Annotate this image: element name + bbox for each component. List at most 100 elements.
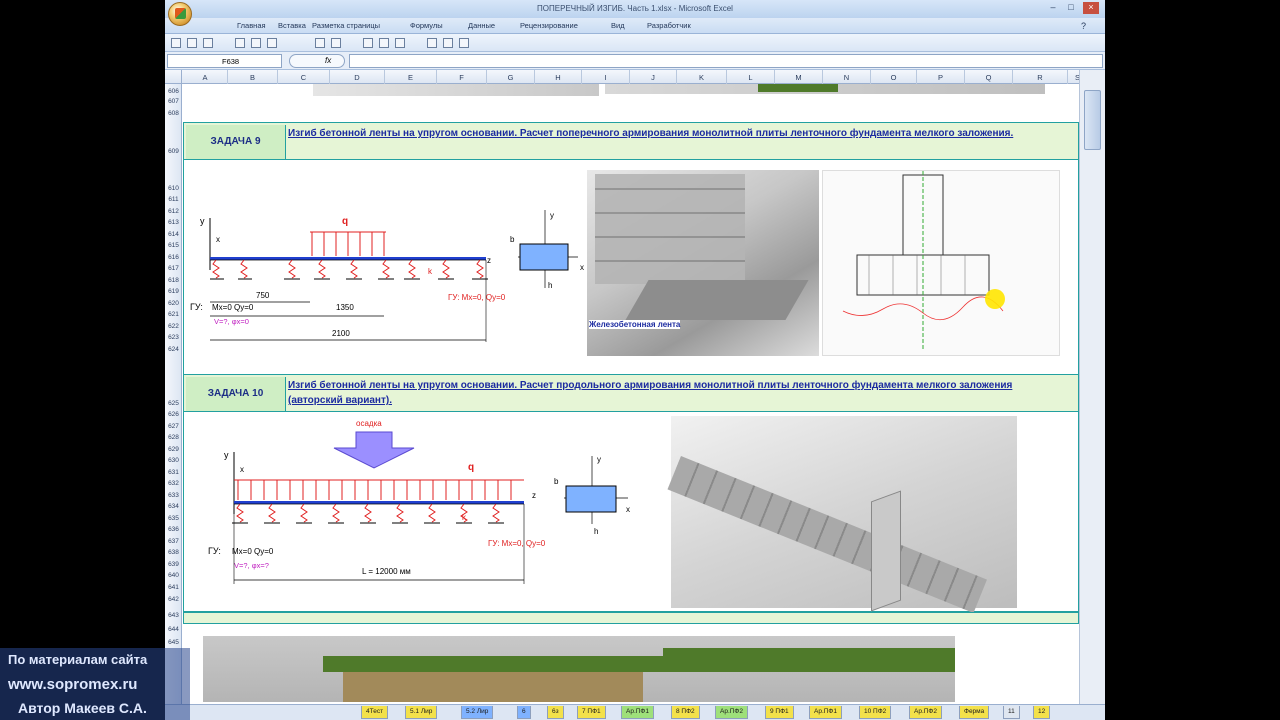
sheet-tab-6[interactable]: Ар.ПФ1 (621, 706, 654, 719)
row-header-636[interactable]: 636 (165, 526, 182, 533)
row-header-617[interactable]: 617 (165, 265, 182, 272)
column-header-f[interactable]: F (437, 70, 487, 84)
close-button[interactable]: × (1083, 2, 1099, 14)
column-header-o[interactable]: O (871, 70, 917, 84)
column-header-b[interactable]: B (228, 70, 278, 84)
formula-input[interactable] (349, 54, 1103, 68)
column-header-h[interactable]: H (535, 70, 582, 84)
row-header-608[interactable]: 608 (165, 110, 182, 117)
sheet-tab-0[interactable]: 4Тест (361, 706, 389, 719)
row-header-613[interactable]: 613 (165, 219, 182, 226)
row-header-631[interactable]: 631 (165, 469, 182, 476)
minimize-button[interactable]: – (1045, 2, 1061, 14)
undo-icon[interactable] (187, 38, 197, 48)
border-icon[interactable] (235, 38, 245, 48)
sheet-tab-2[interactable]: 5.2 Лир (461, 706, 494, 719)
sheet-tab-10[interactable]: Ар.ПФ1 (809, 706, 842, 719)
row-header-639[interactable]: 639 (165, 561, 182, 568)
row-header-622[interactable]: 622 (165, 323, 182, 330)
row-header-624[interactable]: 624 (165, 346, 182, 353)
sheet-tab-3[interactable]: 6 (517, 706, 531, 719)
tab-view[interactable]: Вид (611, 21, 625, 30)
column-header-l[interactable]: L (727, 70, 775, 84)
sheet-tab-4[interactable]: 6з (547, 706, 564, 719)
row-header-618[interactable]: 618 (165, 277, 182, 284)
sheet-tab-7[interactable]: 8 ПФ2 (671, 706, 700, 719)
row-header-642[interactable]: 642 (165, 596, 182, 603)
picture-icon[interactable] (395, 38, 405, 48)
tab-data[interactable]: Данные (468, 21, 495, 30)
redo-icon[interactable] (203, 38, 213, 48)
name-box[interactable]: F638 (167, 54, 282, 68)
tab-page-layout[interactable]: Разметка страницы (312, 21, 380, 30)
sheet-tab-14[interactable]: 11 (1003, 706, 1020, 719)
row-header-630[interactable]: 630 (165, 457, 182, 464)
row-header-607[interactable]: 607 (165, 98, 182, 105)
row-header-641[interactable]: 641 (165, 584, 182, 591)
sheet-tab-12[interactable]: Ар.ПФ2 (909, 706, 942, 719)
paint-icon[interactable] (443, 38, 453, 48)
sheet-tab-8[interactable]: Ар.ПФ2 (715, 706, 748, 719)
office-button[interactable] (168, 2, 192, 26)
column-header-j[interactable]: J (630, 70, 677, 84)
column-header-d[interactable]: D (330, 70, 385, 84)
sheet-tab-15[interactable]: 12 (1033, 706, 1051, 719)
row-header-610[interactable]: 610 (165, 185, 182, 192)
row-header-616[interactable]: 616 (165, 254, 182, 261)
tab-formulas[interactable]: Формулы (410, 21, 443, 30)
row-header-628[interactable]: 628 (165, 434, 182, 441)
tab-review[interactable]: Рецензирование (520, 21, 578, 30)
column-header-p[interactable]: P (917, 70, 965, 84)
macro-icon[interactable] (315, 38, 325, 48)
tab-home[interactable]: Главная (237, 21, 266, 30)
tab-insert[interactable]: Вставка (278, 21, 306, 30)
maximize-button[interactable]: □ (1063, 2, 1079, 14)
table-icon[interactable] (267, 38, 277, 48)
task9-title[interactable]: Изгиб бетонной ленты на упругом основани… (288, 126, 1068, 141)
fx-button[interactable]: fx (289, 54, 345, 68)
row-header-627[interactable]: 627 (165, 423, 182, 430)
column-header-q[interactable]: Q (965, 70, 1013, 84)
row-header-637[interactable]: 637 (165, 538, 182, 545)
row-header-611[interactable]: 611 (165, 196, 182, 203)
row-header-635[interactable]: 635 (165, 515, 182, 522)
row-header-640[interactable]: 640 (165, 572, 182, 579)
row-header-629[interactable]: 629 (165, 446, 182, 453)
chart-icon[interactable] (363, 38, 373, 48)
tab-developer[interactable]: Разработчик (647, 21, 691, 30)
format-icon[interactable] (427, 38, 437, 48)
link-icon[interactable] (379, 38, 389, 48)
row-header-645[interactable]: 645 (165, 639, 182, 646)
sheet-tab-1[interactable]: 5.1 Лир (405, 706, 438, 719)
scrollbar-thumb[interactable] (1084, 90, 1101, 150)
row-header-612[interactable]: 612 (165, 208, 182, 215)
column-header-g[interactable]: G (487, 70, 535, 84)
row-header-625[interactable]: 625 (165, 400, 182, 407)
sheet-area[interactable]: ЗАДАЧА 9 Изгиб бетонной ленты на упругом… (183, 84, 1079, 702)
row-header-614[interactable]: 614 (165, 231, 182, 238)
sheet-tab-13[interactable]: Ферма (959, 706, 990, 719)
row-header-632[interactable]: 632 (165, 480, 182, 487)
column-header-k[interactable]: K (677, 70, 727, 84)
column-header-i[interactable]: I (582, 70, 630, 84)
sheet-tab-5[interactable]: 7 ПФ1 (577, 706, 606, 719)
task10-title[interactable]: Изгиб бетонной ленты на упругом основани… (288, 378, 1068, 408)
row-header-643[interactable]: 643 (165, 612, 182, 619)
vertical-scrollbar[interactable] (1079, 70, 1105, 704)
column-header-r[interactable]: R (1013, 70, 1068, 84)
row-header-621[interactable]: 621 (165, 311, 182, 318)
save-icon[interactable] (171, 38, 181, 48)
help-icon[interactable]: ? (1081, 21, 1086, 31)
column-header-m[interactable]: M (775, 70, 823, 84)
grid-icon[interactable] (251, 38, 261, 48)
row-header-609[interactable]: 609 (165, 148, 182, 155)
column-header-a[interactable]: A (183, 70, 228, 84)
row-header-619[interactable]: 619 (165, 288, 182, 295)
row-header-644[interactable]: 644 (165, 626, 182, 633)
sheet-tab-9[interactable]: 9 ПФ1 (765, 706, 794, 719)
select-all-corner[interactable] (165, 70, 182, 84)
row-header-626[interactable]: 626 (165, 411, 182, 418)
column-header-n[interactable]: N (823, 70, 871, 84)
row-header-638[interactable]: 638 (165, 549, 182, 556)
row-header-623[interactable]: 623 (165, 334, 182, 341)
